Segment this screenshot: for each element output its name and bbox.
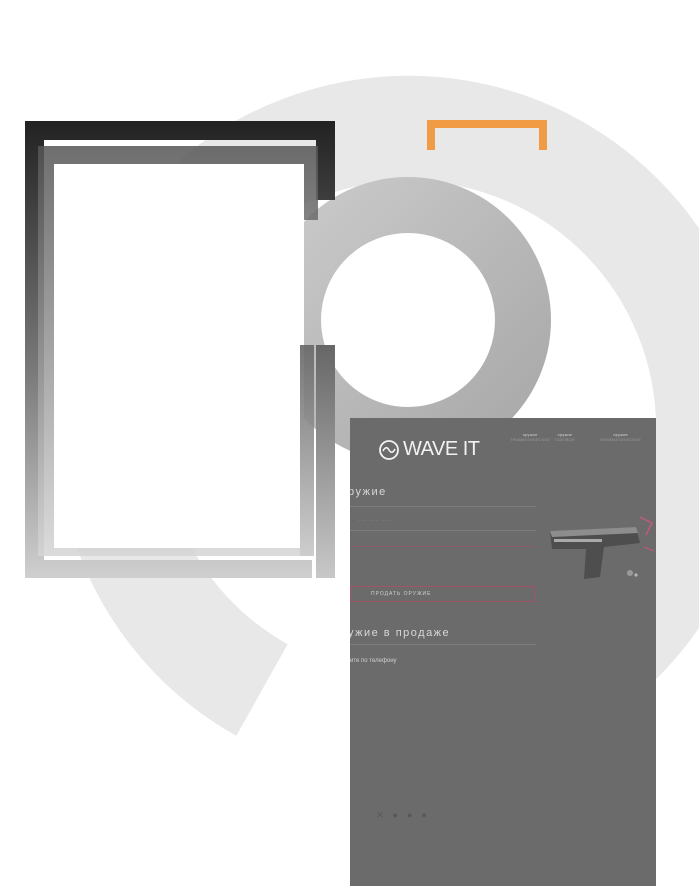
wave-circle-icon	[379, 439, 399, 460]
divider	[350, 644, 536, 645]
nav-item-pneumatic[interactable]: оружие ПНЕВМАТИЧЕСКОЕ	[600, 432, 641, 442]
nav-sublabel: ПНЕВМАТИЧЕСКОЕ	[600, 437, 642, 442]
phone-label: ите по телефону	[350, 658, 397, 664]
sell-weapon-button[interactable]: ПРОДАТЬ ОРУЖИЕ	[350, 586, 536, 602]
nav-sublabel: ТРАВМАТИЧЕСКОЕ	[510, 437, 551, 442]
ghost-input[interactable]: ... ... ....	[358, 516, 393, 523]
divider	[350, 530, 536, 531]
pistol-image	[550, 516, 655, 579]
phone-row: ите по телефону	[350, 658, 397, 664]
social-icons: ✕●●●	[376, 810, 436, 821]
wave-it-logo[interactable]: WAVE IT	[378, 438, 480, 461]
divider	[350, 546, 536, 547]
nav-item-traumatic[interactable]: оружие ТРАВМАТИЧЕСКОЕ	[510, 432, 550, 442]
logo-text: WAVE IT	[403, 438, 480, 460]
social-icon[interactable]: ✕	[376, 810, 393, 820]
nav-sublabel: ГАЗОВОЕ	[555, 437, 575, 442]
heading-for-sale: ужие в продаже	[350, 627, 451, 639]
social-icon[interactable]: ●	[407, 810, 421, 820]
website-preview-card: оружие ТРАВМАТИЧЕСКОЕ оружие ГАЗОВОЕ ору…	[350, 418, 656, 886]
social-icon[interactable]: ●	[421, 810, 435, 820]
divider	[350, 506, 536, 507]
nav-item-gas[interactable]: оружие ГАЗОВОЕ	[555, 432, 575, 442]
frame-left	[25, 121, 335, 578]
social-icon[interactable]: ●	[393, 810, 407, 820]
heading-weapon: ружие	[350, 486, 387, 498]
